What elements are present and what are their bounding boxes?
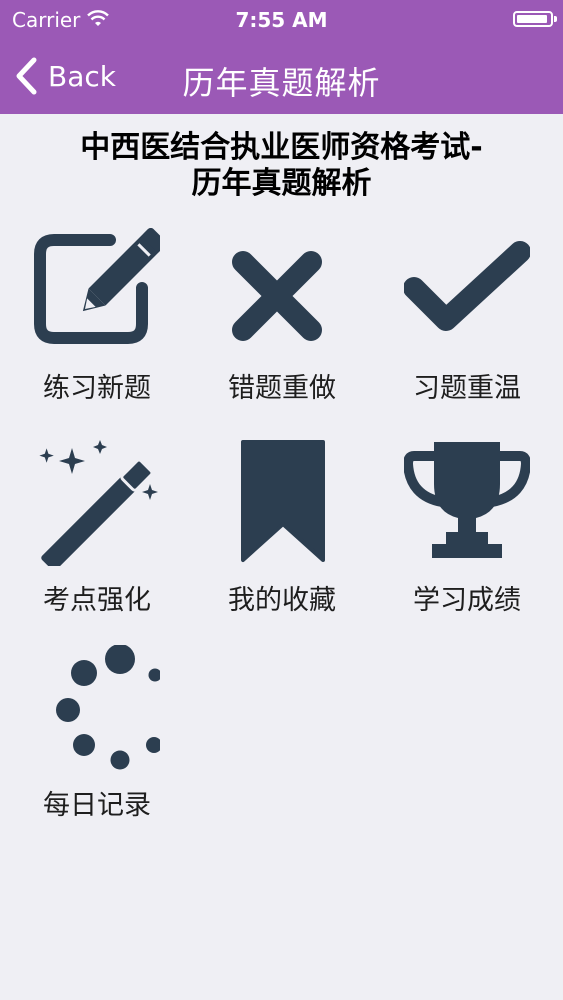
status-bar: Carrier 7:55 AM [0, 0, 563, 40]
tile-practice-new[interactable]: 练习新题 [12, 228, 182, 418]
tile-favorites[interactable]: 我的收藏 [197, 440, 367, 630]
bookmark-icon [241, 440, 325, 562]
magic-wand-icon [39, 440, 158, 566]
tile-strengthen[interactable]: 考点强化 [12, 440, 182, 630]
check-icon [404, 241, 530, 331]
tile-redo-wrong[interactable]: 错题重做 [197, 228, 367, 418]
tile-review[interactable]: 习题重温 [382, 228, 552, 418]
tile-label: 考点强化 [43, 585, 151, 616]
tile-label: 练习新题 [43, 373, 151, 404]
tile-daily-log[interactable]: 每日记录 [12, 645, 182, 835]
tile-label: 我的收藏 [228, 585, 336, 616]
page-title: 中西医结合执业医师资格考试- 历年真题解析 [20, 130, 543, 202]
tile-label: 错题重做 [228, 373, 336, 404]
nav-title: 历年真题解析 [182, 64, 381, 102]
trophy-icon [404, 442, 530, 558]
battery-icon [513, 11, 557, 27]
status-time: 7:55 AM [235, 8, 328, 32]
spinner-icon [56, 645, 160, 770]
tile-label: 学习成绩 [413, 585, 521, 616]
page-title-line-2: 历年真题解析 [191, 166, 372, 201]
edit-icon [34, 228, 160, 344]
close-icon [232, 251, 322, 341]
tile-label: 每日记录 [43, 790, 151, 821]
tile-label: 习题重温 [413, 373, 521, 404]
tile-scores[interactable]: 学习成绩 [382, 440, 552, 630]
navigation-bar: Back 历年真题解析 [0, 40, 563, 114]
page-title-line-1: 中西医结合执业医师资格考试- [80, 130, 483, 165]
